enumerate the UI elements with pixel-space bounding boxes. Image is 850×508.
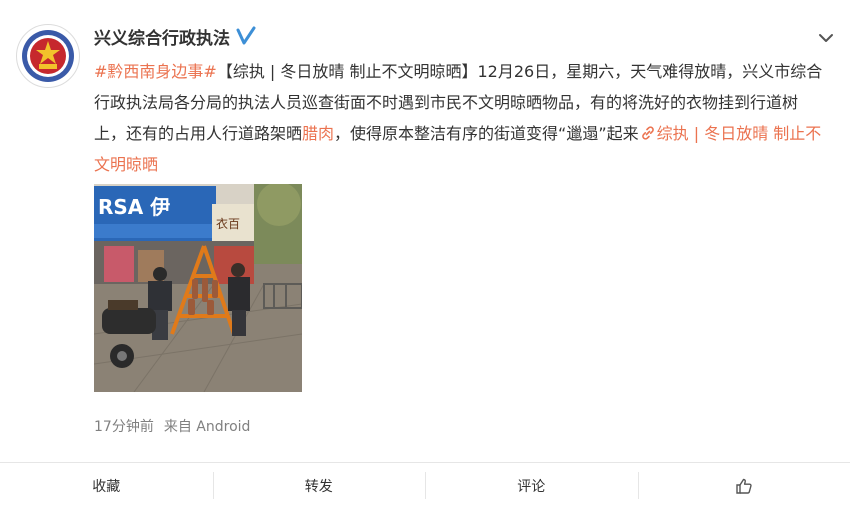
verified-icon: [236, 26, 256, 45]
link-icon[interactable]: [640, 125, 656, 141]
avatar[interactable]: [16, 24, 80, 88]
post-photo[interactable]: RSA 伊 衣百: [94, 184, 302, 392]
keyword-highlight[interactable]: 腊肉: [302, 124, 334, 143]
repost-button[interactable]: 转发: [212, 463, 426, 508]
shop-sign-text-2: 衣百: [216, 216, 240, 231]
post-text: #黔西南身边事#【综执 | 冬日放晴 制止不文明晾晒】12月26日，星期六，天气…: [94, 56, 829, 180]
author-name[interactable]: 兴义综合行政执法: [94, 24, 230, 49]
favorite-label: 收藏: [92, 478, 121, 495]
repost-label: 转发: [304, 478, 333, 495]
action-bar: 收藏 转发 评论: [0, 463, 850, 508]
post-meta: 17分钟前 来自 Android: [94, 416, 250, 436]
emblem-icon: [22, 30, 74, 82]
post-time[interactable]: 17分钟前: [94, 416, 154, 436]
favorite-button[interactable]: 收藏: [0, 463, 213, 508]
like-button[interactable]: [637, 463, 850, 508]
like-icon: [736, 478, 752, 494]
author-block: 兴义综合行政执法: [94, 23, 256, 49]
topic-link[interactable]: #黔西南身边事#: [94, 62, 217, 81]
comment-button[interactable]: 评论: [425, 463, 638, 508]
comment-label: 评论: [517, 478, 546, 495]
street-scene: RSA 伊 衣百: [94, 184, 302, 392]
shop-sign-text: RSA 伊: [98, 195, 170, 219]
post-segment: ，使得原本整洁有序的街道变得“邋遢”起来: [334, 124, 639, 143]
post-source: 来自 Android: [163, 419, 251, 435]
chevron-down-icon[interactable]: [816, 28, 836, 48]
